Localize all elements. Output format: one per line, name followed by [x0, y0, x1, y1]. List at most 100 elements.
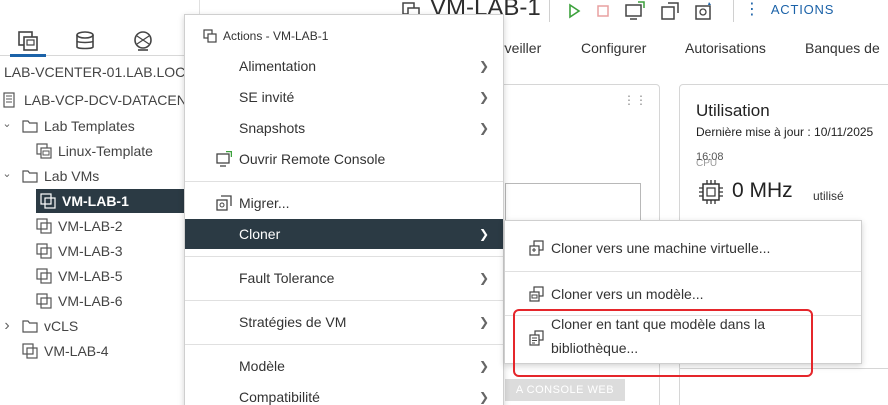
clone-to-vm-icon: [529, 240, 545, 256]
vm-icon: [36, 218, 52, 234]
toolbar-divider-2: [733, 0, 734, 22]
chevron-right-icon: ❯: [478, 59, 489, 73]
menu-item-se-invite[interactable]: SE invité ❯: [185, 82, 503, 112]
vms-and-templates-icon: [18, 31, 38, 51]
tree-item[interactable]: VM-LAB-1: [36, 189, 200, 213]
vm-icon: [22, 343, 38, 359]
menu-item-strategies-de-vm[interactable]: Stratégies de VM ❯: [185, 307, 503, 337]
menu-item-migrer[interactable]: Migrer...: [185, 188, 503, 218]
datacenter-icon: [2, 92, 18, 108]
snapshot-button[interactable]: [693, 0, 715, 22]
tree-item[interactable]: › vCLS: [0, 314, 200, 338]
usage-title: Utilisation: [696, 101, 770, 120]
actions-label: ACTIONS: [770, 2, 835, 17]
tree-item[interactable]: LAB-VCENTER-01.LAB.LOCAL: [0, 60, 200, 84]
chevron-right-icon: ❯: [478, 90, 489, 104]
menu-item-modele[interactable]: Modèle ❯: [185, 351, 503, 381]
actions-button[interactable]: ⋮ ACTIONS: [744, 0, 835, 18]
menu-divider: [185, 300, 503, 301]
cpu-value: 0 MHz: [732, 179, 793, 202]
chevron-right-icon: ❯: [478, 359, 489, 373]
power-on-button[interactable]: [563, 0, 585, 22]
inventory-tabs: [0, 14, 200, 57]
menu-item-cloner[interactable]: Cloner ❯: [185, 219, 503, 249]
tree-item-label: VM-LAB-6: [58, 293, 123, 309]
play-icon: [569, 3, 581, 19]
tree-item[interactable]: Linux-Template: [0, 139, 200, 163]
tab-configurer[interactable]: Configurer: [581, 40, 646, 56]
tab-vms-and-templates[interactable]: [10, 28, 46, 57]
tree-item[interactable]: VM-LAB-5: [0, 264, 200, 288]
launch-console-button[interactable]: [624, 0, 646, 22]
migrate-button[interactable]: [659, 0, 681, 22]
folder-icon: [22, 318, 38, 334]
tab-autorisations[interactable]: Autorisations: [685, 40, 766, 56]
usage-time: 16:08: [696, 151, 724, 163]
tree-item[interactable]: VM-LAB-2: [0, 214, 200, 238]
menu-divider: [185, 256, 503, 257]
tree-item[interactable]: ⌄ Lab Templates: [0, 114, 200, 138]
tree-item-label: LAB-VCP-DCV-DATACENTER: [24, 92, 200, 108]
chevron-right-icon: ❯: [478, 390, 489, 404]
tab-banques-de-donnees[interactable]: Banques de: [805, 40, 880, 56]
tree-item[interactable]: LAB-VCP-DCV-DATACENTER: [0, 88, 200, 112]
chevron-right-icon: ❯: [478, 271, 489, 285]
cpu-unit: utilisé: [813, 189, 844, 203]
context-menu-header: Actions - VM-LAB-1: [203, 29, 328, 43]
tree-item-label: Lab VMs: [44, 168, 100, 184]
migrate-icon: [661, 2, 679, 20]
network-icon: [134, 31, 152, 51]
inventory-panel: LAB-VCENTER-01.LAB.LOCAL LAB-VCP-DCV-DATA…: [0, 0, 200, 405]
kebab-icon: ⋮: [744, 0, 761, 18]
chevron-right-icon: ❯: [478, 121, 489, 135]
tab-storage[interactable]: [71, 28, 99, 54]
launch-web-console-button[interactable]: A CONSOLE WEB: [505, 379, 625, 401]
tree-item-label: vCLS: [44, 318, 79, 334]
snapshot-icon: [695, 2, 711, 20]
power-off-button[interactable]: [592, 0, 614, 22]
content-tabs: rveiller Configurer Autorisations Banque…: [500, 36, 888, 64]
menu-item-clone-to-template[interactable]: Cloner vers un modèle...: [505, 282, 861, 306]
drag-handle-icon[interactable]: ⋮⋮: [623, 94, 647, 106]
menu-item-alimentation[interactable]: Alimentation ❯: [185, 51, 503, 81]
menu-item-open-remote-console[interactable]: Ouvrir Remote Console: [185, 144, 503, 174]
vm-icon: [203, 29, 217, 43]
menu-item-snapshots[interactable]: Snapshots ❯: [185, 113, 503, 143]
tree-item-label: VM-LAB-1: [62, 193, 129, 209]
vm-icon: [36, 268, 52, 284]
folder-icon: [22, 168, 38, 184]
menu-divider: [185, 344, 503, 345]
chevron-right-icon: ❯: [478, 315, 489, 329]
migrate-icon: [216, 195, 232, 211]
tree-item[interactable]: VM-LAB-4: [0, 339, 200, 363]
clone-to-template-icon: [529, 286, 545, 302]
toolbar-divider: [549, 0, 550, 22]
remote-console-icon: [216, 151, 232, 167]
vm-icon: [40, 193, 56, 209]
context-menu-title: Actions - VM-LAB-1: [223, 29, 329, 43]
submenu-divider: [505, 271, 861, 272]
menu-item-clone-to-vm[interactable]: Cloner vers une machine virtuelle...: [505, 236, 861, 260]
tab-surveiller[interactable]: rveiller: [500, 40, 541, 56]
tree-item-label: LAB-VCENTER-01.LAB.LOCAL: [4, 64, 200, 80]
tree-item[interactable]: VM-LAB-6: [0, 289, 200, 313]
menu-item-compatibilite[interactable]: Compatibilité ❯: [185, 382, 503, 405]
tree-item-label: VM-LAB-4: [44, 343, 109, 359]
chevron-right-icon: ❯: [478, 227, 489, 241]
chevron-down-icon[interactable]: ⌄: [0, 167, 14, 180]
tree-item-label: Lab Templates: [44, 118, 135, 134]
tree-item-label: Linux-Template: [58, 143, 153, 159]
menu-item-fault-tolerance[interactable]: Fault Tolerance ❯: [185, 263, 503, 293]
tree-item-label: VM-LAB-5: [58, 268, 123, 284]
chevron-right-icon[interactable]: ›: [0, 317, 14, 335]
stop-icon: [597, 5, 609, 17]
tree-item[interactable]: ⌄ Lab VMs: [0, 164, 200, 188]
chevron-down-icon[interactable]: ⌄: [0, 117, 14, 130]
tree-item[interactable]: VM-LAB-3: [0, 239, 200, 263]
menu-divider: [185, 181, 503, 182]
highlight-annotation: [513, 309, 813, 377]
tab-networking[interactable]: [129, 28, 157, 54]
console-icon: [625, 1, 645, 20]
actions-context-menu: Actions - VM-LAB-1 Alimentation ❯ SE inv…: [184, 14, 504, 405]
tree-item-label: VM-LAB-3: [58, 243, 123, 259]
